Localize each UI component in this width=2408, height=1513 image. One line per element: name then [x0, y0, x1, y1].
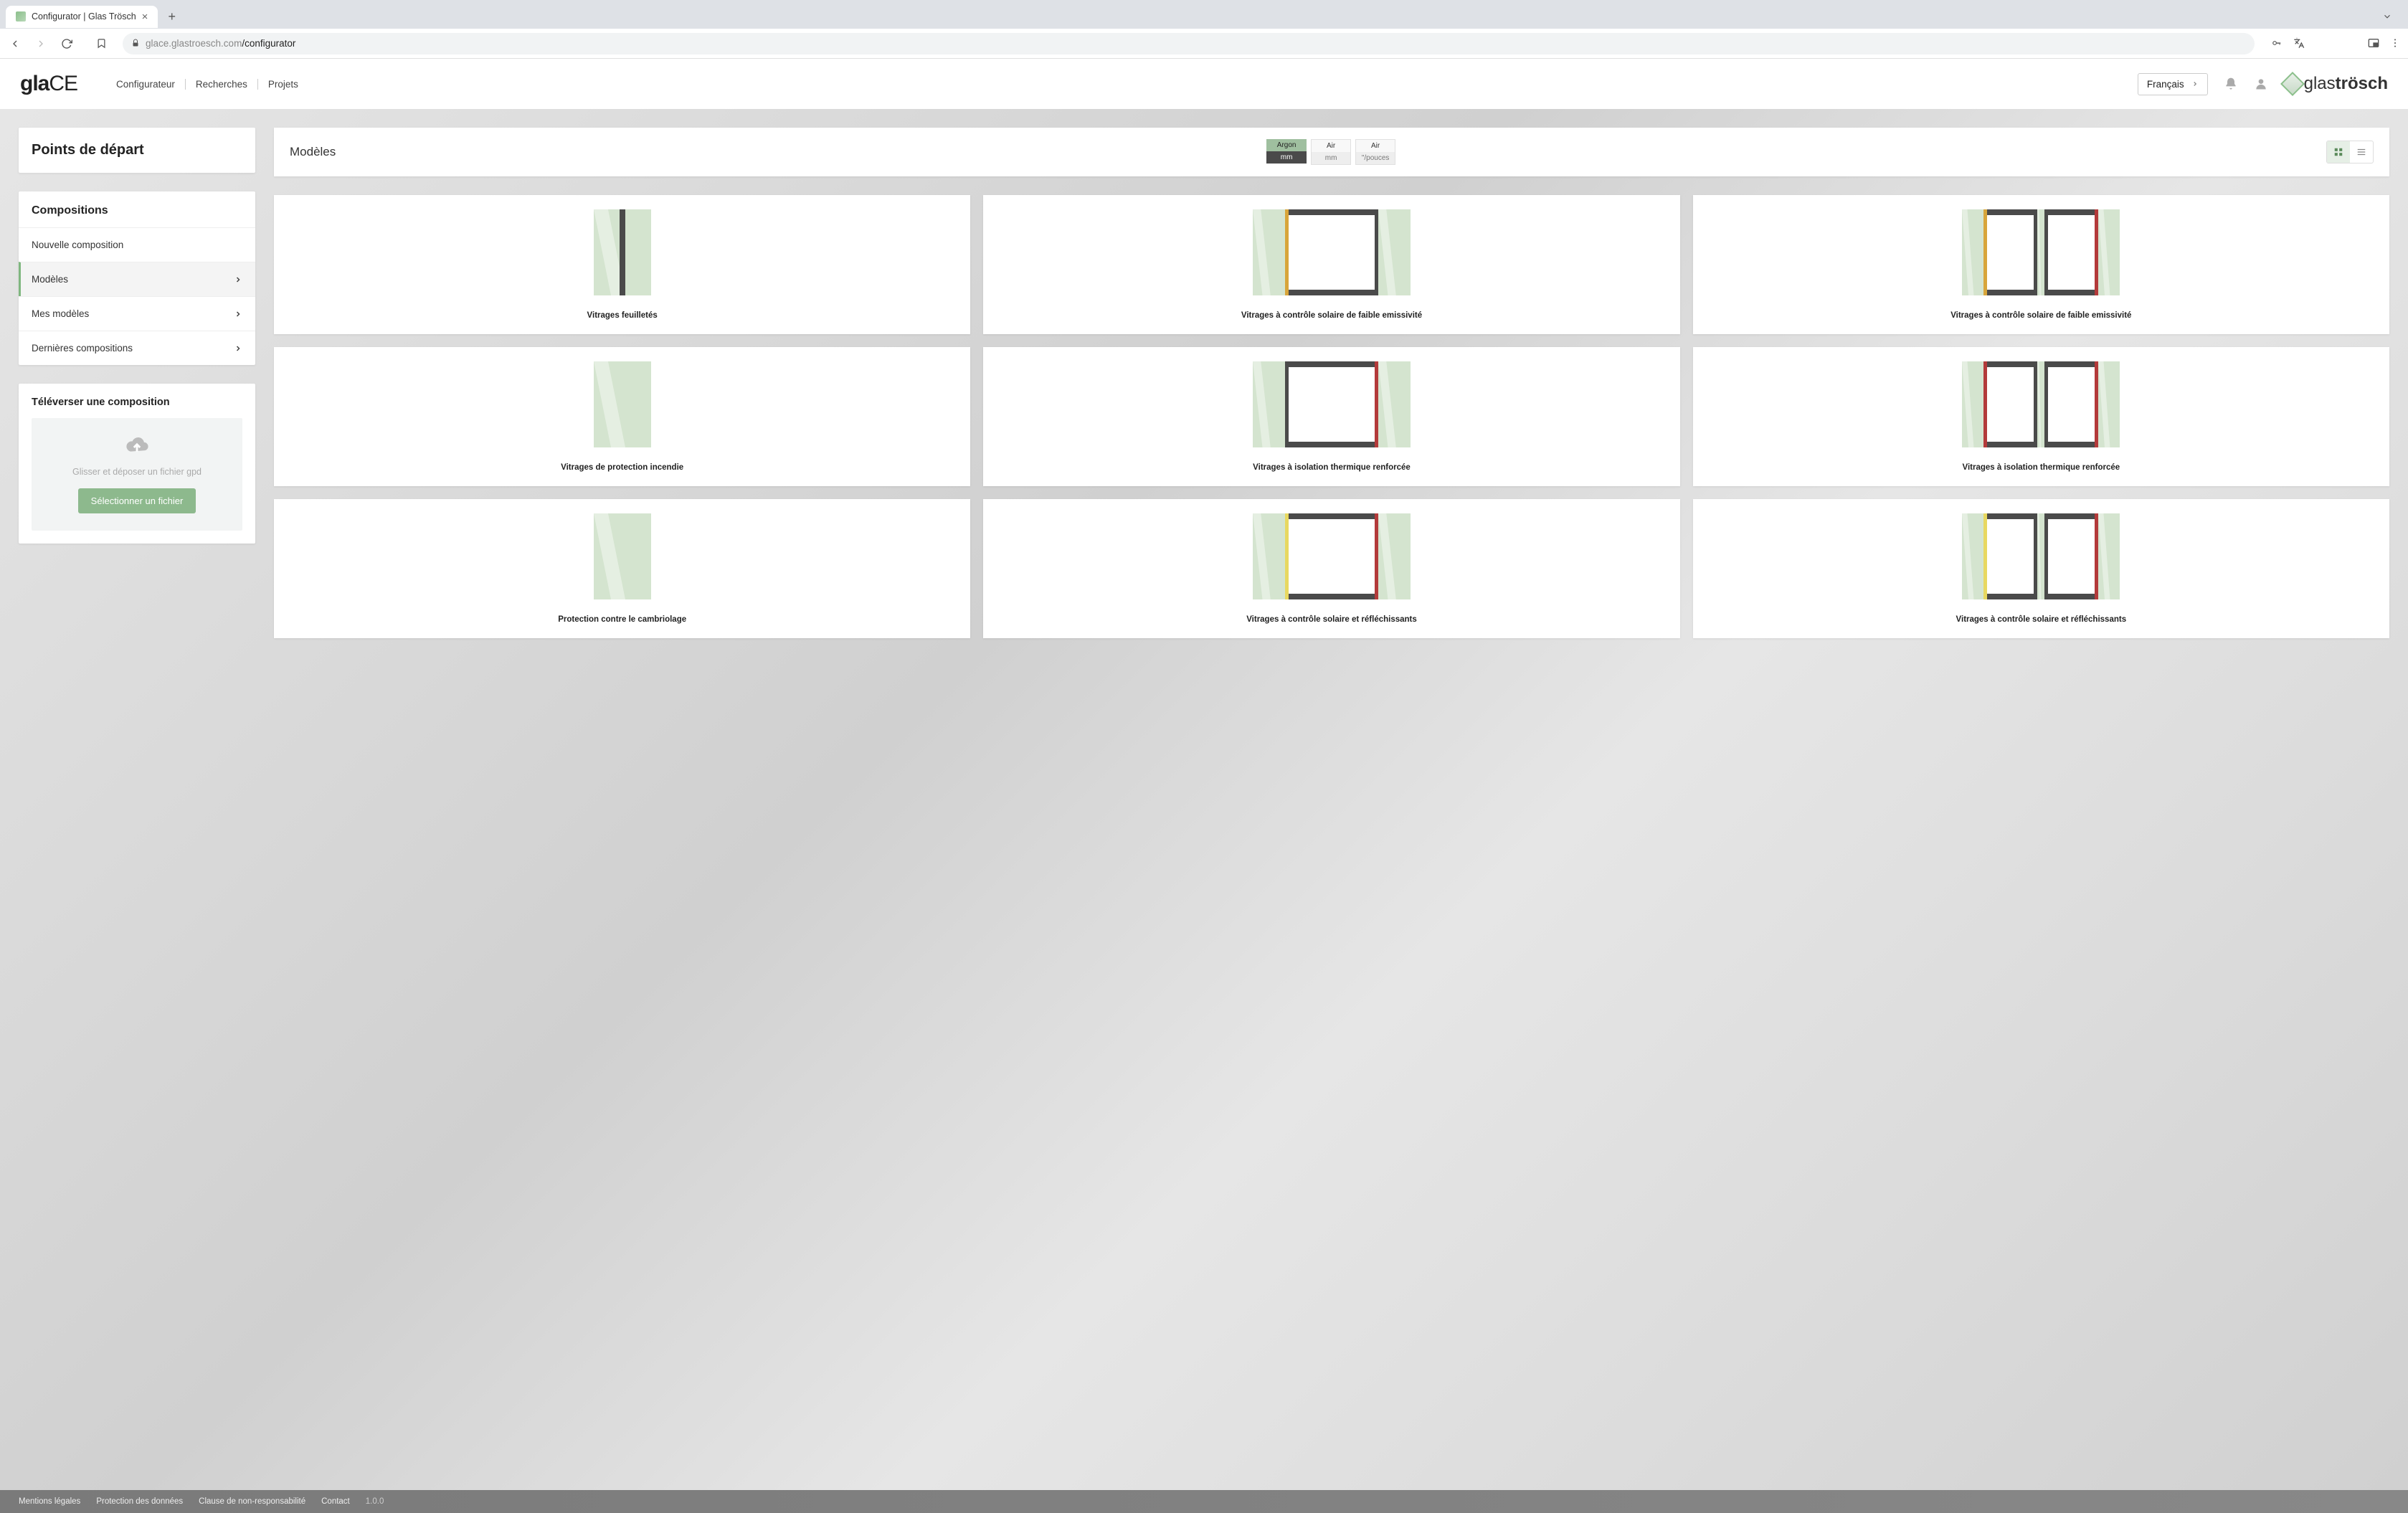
card-label: Vitrages à contrôle solaire et réfléchis…: [997, 615, 1665, 624]
browser-tab[interactable]: Configurator | Glas Trösch ×: [6, 6, 158, 28]
model-grid: Vitrages feuilletés Vitrages à contrôle …: [274, 195, 2389, 638]
model-card-8[interactable]: Vitrages à contrôle solaire et réfléchis…: [1693, 499, 2389, 638]
view-toggle: [2326, 141, 2374, 163]
menu-icon[interactable]: [2389, 37, 2401, 50]
brand-logo[interactable]: glaströsch: [2284, 74, 2388, 94]
nav-item-recherches[interactable]: Recherches: [186, 79, 258, 90]
url-input[interactable]: glace.glastroesch.com/configurator: [123, 33, 2255, 54]
nav-item-configurateur[interactable]: Configurateur: [106, 79, 186, 90]
main-nav: ConfigurateurRecherchesProjets: [106, 79, 308, 90]
compositions-heading: Compositions: [19, 191, 255, 227]
bookmark-button[interactable]: [96, 37, 107, 50]
footer-link[interactable]: Protection des données: [96, 1497, 183, 1506]
tabs-expand-icon[interactable]: [2372, 7, 2402, 26]
language-label: Français: [2147, 79, 2184, 90]
footer-link[interactable]: Contact: [321, 1497, 350, 1506]
card-label: Vitrages à isolation thermique renforcée: [1707, 463, 2375, 472]
sidebar-item-1[interactable]: Modèles: [19, 262, 255, 296]
pip-icon[interactable]: [2368, 37, 2379, 50]
bell-icon[interactable]: [2224, 77, 2238, 91]
card-label: Vitrages de protection incendie: [288, 463, 956, 472]
brand-diamond-icon: [2280, 72, 2305, 96]
page-body: Points de départ Compositions Nouvelle c…: [0, 109, 2408, 1490]
language-select[interactable]: Français: [2138, 73, 2208, 95]
reload-button[interactable]: [59, 36, 75, 52]
nav-item-projets[interactable]: Projets: [258, 79, 308, 90]
new-tab-button[interactable]: +: [163, 9, 180, 24]
addr-bar-right: [2270, 37, 2401, 50]
footer: Mentions légales Protection des données Cl…: [0, 1490, 2408, 1513]
sidebar-item-3[interactable]: Dernières compositions: [19, 331, 255, 365]
sidebar-item-label: Mes modèles: [32, 308, 89, 319]
model-card-3[interactable]: Vitrages de protection incendie: [274, 347, 970, 486]
back-button[interactable]: [7, 36, 23, 52]
key-icon[interactable]: [2270, 37, 2283, 50]
upload-cloud-icon: [43, 435, 231, 460]
user-icon[interactable]: [2254, 77, 2268, 91]
chevron-right-icon: [2191, 80, 2199, 87]
sidebar: Points de départ Compositions Nouvelle c…: [19, 128, 255, 544]
translate-icon[interactable]: [2293, 37, 2305, 50]
sidebar-title: Points de départ: [19, 128, 255, 173]
card-label: Vitrages à isolation thermique renforcée: [997, 463, 1665, 472]
unit-toggle-2[interactable]: Air"/pouces: [1355, 139, 1395, 165]
chevron-right-icon: [234, 274, 242, 285]
grid-view-button[interactable]: [2327, 141, 2350, 163]
card-label: Vitrages à contrôle solaire de faible em…: [1707, 311, 2375, 320]
app-logo[interactable]: glaCE: [20, 72, 77, 96]
dropzone[interactable]: Glisser et déposer un fichier gpd Sélect…: [32, 418, 242, 531]
card-label: Vitrages à contrôle solaire et réfléchis…: [1707, 615, 2375, 624]
starting-points-panel: Points de départ: [19, 128, 255, 173]
tab-bar: Configurator | Glas Trösch × +: [0, 0, 2408, 29]
compositions-panel: Compositions Nouvelle composition Modèles…: [19, 191, 255, 365]
main-content: Modèles ArgonmmAirmmAir"/pouces Vitrages…: [274, 128, 2389, 638]
url-text: glace.glastroesch.com/configurator: [146, 38, 295, 49]
model-card-5[interactable]: Vitrages à isolation thermique renforcée: [1693, 347, 2389, 486]
header-right: Français glaströsch: [2138, 73, 2388, 95]
model-card-1[interactable]: Vitrages à contrôle solaire de faible em…: [983, 195, 1679, 334]
unit-toggles: ArgonmmAirmmAir"/pouces: [1266, 139, 1395, 165]
dropzone-hint: Glisser et déposer un fichier gpd: [43, 467, 231, 477]
main-header: Modèles ArgonmmAirmmAir"/pouces: [274, 128, 2389, 176]
chevron-right-icon: [234, 308, 242, 319]
model-card-2[interactable]: Vitrages à contrôle solaire de faible em…: [1693, 195, 2389, 334]
forward-button[interactable]: [33, 36, 49, 52]
model-card-6[interactable]: Protection contre le cambriolage: [274, 499, 970, 638]
model-card-7[interactable]: Vitrages à contrôle solaire et réfléchis…: [983, 499, 1679, 638]
sidebar-item-label: Dernières compositions: [32, 343, 133, 354]
model-card-4[interactable]: Vitrages à isolation thermique renforcée: [983, 347, 1679, 486]
card-label: Vitrages à contrôle solaire de faible em…: [997, 311, 1665, 320]
footer-link[interactable]: Clause de non-responsabilité: [199, 1497, 305, 1506]
model-card-0[interactable]: Vitrages feuilletés: [274, 195, 970, 334]
app-header: glaCE ConfigurateurRecherchesProjets Fra…: [0, 59, 2408, 109]
sidebar-item-label: Modèles: [32, 274, 68, 285]
card-label: Protection contre le cambriolage: [288, 615, 956, 624]
sidebar-item-label: Nouvelle composition: [32, 239, 123, 250]
tab-favicon-icon: [16, 11, 26, 22]
sidebar-item-2[interactable]: Mes modèles: [19, 296, 255, 331]
select-file-button[interactable]: Sélectionner un fichier: [78, 488, 196, 513]
unit-toggle-0[interactable]: Argonmm: [1266, 139, 1307, 165]
upload-title: Téléverser une composition: [32, 397, 242, 408]
main-title: Modèles: [290, 145, 336, 159]
browser-chrome: Configurator | Glas Trösch × + glace.gla…: [0, 0, 2408, 59]
chevron-right-icon: [234, 343, 242, 354]
card-label: Vitrages feuilletés: [288, 311, 956, 320]
list-view-button[interactable]: [2350, 141, 2373, 163]
footer-link[interactable]: Mentions légales: [19, 1497, 80, 1506]
unit-toggle-1[interactable]: Airmm: [1311, 139, 1351, 165]
tab-title: Configurator | Glas Trösch: [32, 11, 136, 22]
upload-panel: Téléverser une composition Glisser et dé…: [19, 384, 255, 544]
lock-icon: [131, 37, 140, 50]
sidebar-item-0[interactable]: Nouvelle composition: [19, 227, 255, 262]
address-bar: glace.glastroesch.com/configurator: [0, 29, 2408, 59]
footer-version: 1.0.0: [366, 1497, 384, 1506]
tab-close-icon[interactable]: ×: [142, 11, 148, 22]
